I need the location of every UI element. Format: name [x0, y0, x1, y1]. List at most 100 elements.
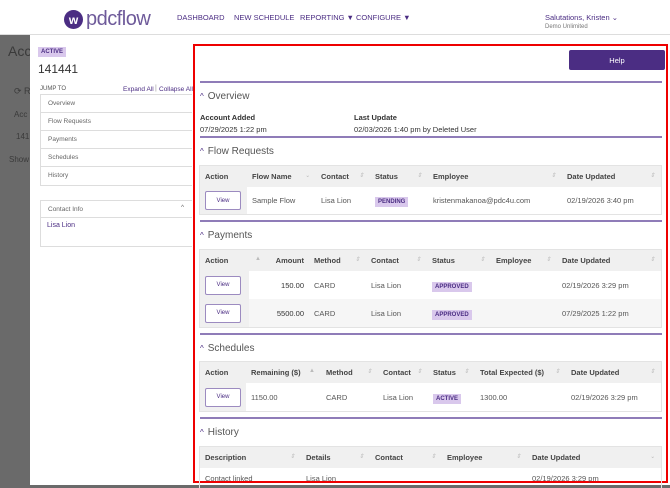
jump-overview[interactable]: Overview	[41, 95, 192, 113]
sort-date[interactable]: Date Updated ⇕	[557, 256, 661, 265]
nav-new-schedule[interactable]: NEW SCHEDULE	[234, 13, 294, 22]
sort-icon: ⇕	[289, 454, 295, 460]
nav-dashboard[interactable]: DASHBOARD	[177, 13, 225, 22]
expand-all-link[interactable]: Expand All	[123, 86, 154, 93]
jump-schedules[interactable]: Schedules	[41, 149, 192, 167]
status-badge: PENDING	[375, 197, 409, 207]
sort-contact[interactable]: Contact ⇕	[378, 368, 428, 377]
status-badge: ACTIVE	[433, 393, 462, 404]
sort-contact[interactable]: Contact ⇕	[316, 172, 370, 181]
sort-status[interactable]: Status ⇕	[428, 368, 475, 377]
background-title: Acc	[8, 43, 32, 59]
user-menu[interactable]: Salutations, Kristen ⌄	[545, 13, 618, 22]
jump-history[interactable]: History	[41, 167, 192, 185]
jump-flow-requests[interactable]: Flow Requests	[41, 113, 192, 131]
section-overview-toggle[interactable]: ^ Overview	[200, 91, 249, 102]
view-button[interactable]: View	[205, 275, 241, 295]
sort-description[interactable]: Description ⇕	[200, 453, 301, 462]
jump-payments[interactable]: Payments	[41, 131, 192, 149]
chevron-up-icon: ^	[200, 147, 204, 156]
table-header: Action ▲ Amount Method ⇕ Contact ⇕ Status ⇕ …	[200, 250, 661, 271]
chevron-up-icon: ^	[200, 344, 204, 353]
sort-date[interactable]: Date Updated ⌄	[527, 453, 661, 462]
caret-down-icon: ▼	[346, 13, 354, 22]
account-added-label: Account Added	[200, 113, 256, 122]
sort-employee[interactable]: Employee ⇕	[491, 256, 557, 265]
section-history-toggle[interactable]: ^ History	[200, 427, 239, 438]
sort-icon: ⇕	[366, 369, 372, 375]
sort-amount[interactable]: ▲ Amount	[249, 256, 309, 265]
sort-icon: ⇕	[415, 257, 421, 263]
chevron-up-icon: ^	[180, 204, 184, 211]
nav-reporting[interactable]: REPORTING ▼	[300, 13, 354, 22]
sort-icon: ⇕	[554, 369, 560, 375]
sort-total[interactable]: Total Expected ($) ⇕	[475, 368, 566, 377]
sort-method[interactable]: Method ⇕	[321, 368, 378, 377]
account-status-badge: ACTIVE	[38, 47, 67, 57]
sort-method[interactable]: Method ⇕	[309, 256, 366, 265]
sort-asc-icon: ▲	[309, 368, 315, 374]
contact-info-card: Contact Info ^ Lisa Lion	[40, 200, 192, 247]
table-header: Action Flow Name ⌄ Contact ⇕ Status ⇕ Emplo…	[200, 166, 661, 187]
sort-date[interactable]: Date Updated ⇕	[562, 172, 661, 181]
sort-icon: ⇕	[550, 173, 556, 179]
chevron-up-icon: ^	[200, 231, 204, 240]
contact-info-header[interactable]: Contact Info ^	[41, 201, 192, 218]
sort-icon: ⇕	[354, 257, 360, 263]
collapse-all-link[interactable]: Collapse All	[159, 86, 193, 93]
caret-down-icon: ▼	[403, 13, 411, 22]
background-refresh: ⟳ R	[14, 86, 31, 96]
help-button[interactable]: Help	[569, 50, 665, 70]
table-header: Description ⇕ Details ⇕ Contact ⇕ Employee ⇕…	[200, 447, 661, 468]
sort-flow-name[interactable]: Flow Name ⌄	[247, 172, 316, 181]
payments-table: Action ▲ Amount Method ⇕ Contact ⇕ Status ⇕ …	[199, 249, 662, 328]
sort-icon: ⇕	[430, 454, 436, 460]
section-flow-requests-toggle[interactable]: ^ Flow Requests	[200, 146, 274, 157]
pdcflow-logo[interactable]: w pdcflow	[64, 8, 151, 31]
sort-contact[interactable]: Contact ⇕	[370, 453, 442, 462]
view-button[interactable]: View	[205, 303, 241, 323]
table-header: Action Remaining ($) ▲ Method ⇕ Contact ⇕ S…	[200, 362, 661, 383]
sort-icon: ⇕	[479, 257, 485, 263]
divider	[200, 417, 662, 419]
section-schedules-toggle[interactable]: ^ Schedules	[200, 343, 254, 354]
divider	[200, 333, 662, 335]
sort-status[interactable]: Status ⇕	[427, 256, 491, 265]
contact-name-link[interactable]: Lisa Lion	[41, 218, 192, 233]
sort-icon: ⇕	[358, 173, 364, 179]
sort-asc-icon: ▲	[255, 256, 261, 262]
sort-icon: ⇕	[545, 257, 551, 263]
sort-date[interactable]: Date Updated ⇕	[566, 368, 661, 377]
sort-employee[interactable]: Employee ⇕	[428, 172, 562, 181]
divider	[200, 220, 662, 222]
sort-remaining[interactable]: Remaining ($) ▲	[246, 368, 321, 377]
chevron-down-icon: ⌄	[611, 13, 619, 22]
sort-icon: ⇕	[649, 369, 655, 375]
divider	[200, 136, 662, 138]
sort-icon: ⇕	[463, 369, 469, 375]
jump-to-label: JUMP TO	[40, 86, 67, 92]
sort-icon: ⇕	[358, 454, 364, 460]
top-header: w pdcflow DASHBOARD NEW SCHEDULE REPORTIN…	[0, 0, 670, 35]
chevron-up-icon: ^	[200, 428, 204, 437]
view-button[interactable]: View	[205, 191, 241, 210]
table-row: View 5500.00 CARD Lisa Lion APPROVED 07/…	[200, 299, 661, 327]
sort-status[interactable]: Status ⇕	[370, 172, 428, 181]
background-num: 141	[16, 132, 30, 141]
sort-icon: ⇕	[416, 173, 422, 179]
table-row: Contact linked Lisa Lion 02/19/2026 3:29…	[205, 473, 599, 483]
schedules-table: Action Remaining ($) ▲ Method ⇕ Contact ⇕ S…	[199, 361, 662, 412]
sort-details[interactable]: Details ⇕	[301, 453, 370, 462]
section-payments-toggle[interactable]: ^ Payments	[200, 230, 252, 241]
sort-contact[interactable]: Contact ⇕	[366, 256, 427, 265]
sort-employee[interactable]: Employee ⇕	[442, 453, 527, 462]
nav-configure[interactable]: CONFIGURE ▼	[356, 13, 411, 22]
sort-icon: ⇕	[515, 454, 521, 460]
organization-name: Demo Unlimited	[545, 24, 588, 30]
sort-icon: ⇕	[649, 173, 655, 179]
last-update-label: Last Update	[354, 113, 397, 122]
view-button[interactable]: View	[205, 387, 241, 407]
jump-to-list: Overview Flow Requests Payments Schedule…	[40, 94, 192, 186]
status-badge: APPROVED	[432, 309, 472, 320]
sort-icon: ⌄	[304, 173, 310, 179]
